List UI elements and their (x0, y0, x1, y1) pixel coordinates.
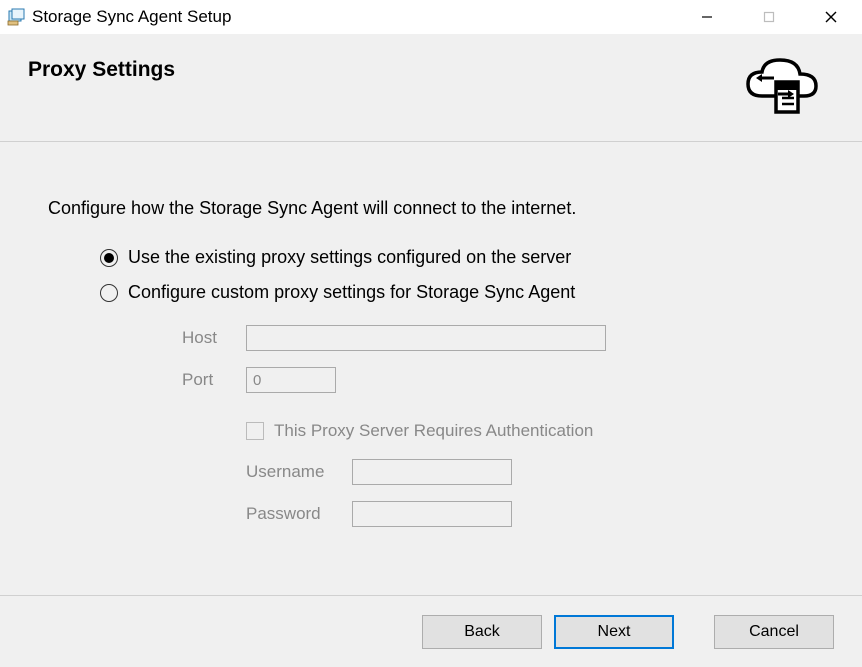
next-button[interactable]: Next (554, 615, 674, 649)
username-row: Username (246, 459, 814, 485)
auth-checkbox-row: This Proxy Server Requires Authenticatio… (182, 421, 814, 441)
radio-label: Configure custom proxy settings for Stor… (128, 282, 575, 303)
host-label: Host (182, 328, 230, 348)
password-input (352, 501, 512, 527)
username-label: Username (246, 462, 338, 482)
password-row: Password (246, 501, 814, 527)
auth-checkbox-label: This Proxy Server Requires Authenticatio… (274, 421, 593, 441)
back-button[interactable]: Back (422, 615, 542, 649)
wizard-content: Configure how the Storage Sync Agent wil… (0, 142, 862, 563)
cancel-button[interactable]: Cancel (714, 615, 834, 649)
wizard-header: Proxy Settings (0, 34, 862, 142)
window-controls (676, 0, 862, 33)
radio-use-existing[interactable]: Use the existing proxy settings configur… (100, 247, 814, 268)
custom-proxy-form: Host Port This Proxy Server Requires Aut… (100, 317, 814, 527)
wizard-footer: Back Next Cancel (0, 595, 862, 667)
username-input (352, 459, 512, 485)
auth-checkbox (246, 422, 264, 440)
radio-label: Use the existing proxy settings configur… (128, 247, 571, 268)
maximize-button (738, 0, 800, 33)
port-row: Port (182, 367, 814, 393)
installer-icon (6, 7, 26, 27)
port-label: Port (182, 370, 230, 390)
port-input (246, 367, 336, 393)
radio-icon (100, 284, 118, 302)
proxy-mode-group: Use the existing proxy settings configur… (48, 247, 814, 527)
close-button[interactable] (800, 0, 862, 33)
auth-fields: Username Password (182, 459, 814, 527)
intro-text: Configure how the Storage Sync Agent wil… (48, 198, 814, 219)
page-title: Proxy Settings (28, 52, 175, 82)
host-row: Host (182, 325, 814, 351)
password-label: Password (246, 504, 338, 524)
titlebar-left: Storage Sync Agent Setup (0, 7, 676, 27)
radio-custom-proxy[interactable]: Configure custom proxy settings for Stor… (100, 282, 814, 303)
minimize-button[interactable] (676, 0, 738, 33)
cloud-sync-icon (738, 52, 834, 132)
window-title: Storage Sync Agent Setup (32, 7, 231, 27)
host-input (246, 325, 606, 351)
radio-icon (100, 249, 118, 267)
titlebar: Storage Sync Agent Setup (0, 0, 862, 34)
